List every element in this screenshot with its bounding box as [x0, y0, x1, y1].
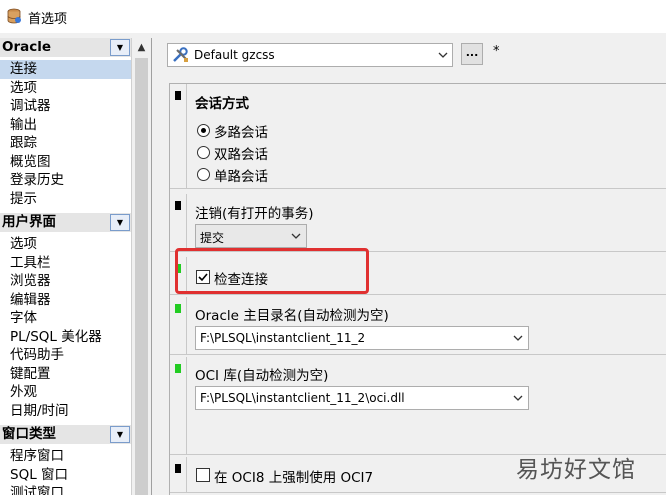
- watermark: 易坊好文馆: [496, 446, 666, 495]
- logoff-label: 注销(有打开的事务): [195, 206, 314, 222]
- divider: [186, 84, 187, 188]
- chevron-down-icon[interactable]: [512, 332, 524, 345]
- oracle-home-label: Oracle 主目录名(自动检测为空): [195, 308, 389, 324]
- group-header-label: Oracle: [2, 39, 52, 55]
- session-mode-label: 会话方式: [195, 96, 249, 112]
- black-marker-icon: [175, 201, 181, 210]
- logoff-value: 提交: [200, 231, 225, 245]
- sidebar-item-beautifier[interactable]: PL/SQL 美化器: [0, 328, 131, 347]
- profile-combo[interactable]: Default gzcss: [167, 43, 453, 67]
- chevron-down-icon[interactable]: ▼: [110, 39, 130, 56]
- tools-icon: [173, 47, 188, 62]
- oracle-home-select[interactable]: F:\PLSQL\instantclient_11_2: [195, 326, 529, 350]
- chevron-down-icon[interactable]: [290, 230, 302, 243]
- sidebar-item-key-config[interactable]: 键配置: [0, 365, 131, 384]
- oci-library-label: OCI 库(自动检测为空): [195, 368, 329, 384]
- more-button[interactable]: ...: [461, 43, 483, 65]
- oracle-home-section: Oracle 主目录名(自动检测为空) F:\PLSQL\instantclie…: [170, 297, 666, 355]
- divider: [186, 297, 187, 354]
- group-header-window-types[interactable]: 窗口类型 ▼: [0, 425, 131, 444]
- logoff-section: 注销(有打开的事务) 提交: [170, 194, 666, 252]
- category-sidebar: Oracle ▼ 连接 选项 调试器 输出 跟踪 概览图 登录历史 提示 用户界…: [0, 38, 152, 495]
- divider: [186, 457, 187, 492]
- sidebar-item-output[interactable]: 输出: [0, 116, 131, 135]
- oci-library-select[interactable]: F:\PLSQL\instantclient_11_2\oci.dll: [195, 386, 529, 410]
- sidebar-item-fonts[interactable]: 字体: [0, 309, 131, 328]
- sidebar-item-trace[interactable]: 跟踪: [0, 134, 131, 153]
- group-header-user-interface[interactable]: 用户界面 ▼: [0, 213, 131, 232]
- black-marker-icon: [175, 464, 181, 473]
- sidebar-item-debugger[interactable]: 调试器: [0, 97, 131, 116]
- sidebar-item-code-assistant[interactable]: 代码助手: [0, 346, 131, 365]
- sidebar-item-test-window[interactable]: 测试窗口: [0, 484, 131, 495]
- radio-unselected-icon[interactable]: [197, 168, 210, 181]
- radio-label: 双路会话: [214, 147, 268, 163]
- divider: [186, 357, 187, 454]
- sidebar-item-program-window[interactable]: 程序窗口: [0, 447, 131, 466]
- watermark-text: 易坊好文馆: [516, 457, 636, 483]
- sidebar-scrollbar[interactable]: ▲: [131, 38, 151, 495]
- scroll-thumb[interactable]: [135, 58, 148, 495]
- radio-multi-session[interactable]: 多路会话: [197, 121, 317, 141]
- black-marker-icon: [175, 91, 181, 100]
- radio-dual-session[interactable]: 双路会话: [197, 143, 317, 163]
- chevron-down-icon[interactable]: [512, 392, 524, 405]
- title-bar: 首选项: [0, 0, 666, 33]
- sidebar-item-login-history[interactable]: 登录历史: [0, 171, 131, 190]
- radio-label: 多路会话: [214, 125, 268, 141]
- sidebar-item-hints[interactable]: 提示: [0, 190, 131, 209]
- modified-indicator: *: [493, 44, 500, 59]
- sidebar-item-ui-options[interactable]: 选项: [0, 235, 131, 254]
- chevron-down-icon[interactable]: ▼: [110, 426, 130, 443]
- chevron-up-icon[interactable]: ▲: [134, 40, 149, 55]
- sidebar-item-options[interactable]: 选项: [0, 79, 131, 98]
- group-header-oracle[interactable]: Oracle ▼: [0, 38, 131, 57]
- oci-library-value: F:\PLSQL\instantclient_11_2\oci.dll: [200, 391, 405, 405]
- sidebar-item-appearance[interactable]: 外观: [0, 383, 131, 402]
- radio-selected-icon[interactable]: [197, 124, 210, 137]
- profile-value: Default gzcss: [194, 48, 275, 62]
- chevron-down-icon[interactable]: [437, 48, 449, 62]
- oci-library-section: OCI 库(自动检测为空) F:\PLSQL\instantclient_11_…: [170, 357, 666, 455]
- divider: [186, 194, 187, 251]
- force-oci7-label: 在 OCI8 上强制使用 OCI7: [214, 470, 374, 486]
- force-oci7-checkbox[interactable]: [196, 468, 210, 482]
- green-marker-icon: [175, 304, 181, 313]
- session-mode-section: 会话方式 多路会话 双路会话 单路会话: [170, 84, 666, 189]
- group-header-label: 用户界面: [2, 214, 56, 230]
- sidebar-item-editor[interactable]: 编辑器: [0, 291, 131, 310]
- green-marker-icon: [175, 364, 181, 373]
- database-icon: [7, 8, 21, 24]
- sidebar-item-sql-window[interactable]: SQL 窗口: [0, 466, 131, 485]
- sidebar-item-overview[interactable]: 概览图: [0, 153, 131, 172]
- logoff-select[interactable]: 提交: [195, 224, 307, 248]
- sidebar-item-connection[interactable]: 连接: [0, 60, 131, 79]
- sidebar-item-toolbar[interactable]: 工具栏: [0, 254, 131, 273]
- sidebar-item-date-time[interactable]: 日期/时间: [0, 402, 131, 421]
- radio-single-session[interactable]: 单路会话: [197, 165, 317, 185]
- radio-label: 单路会话: [214, 169, 268, 185]
- highlight-box: [175, 248, 369, 294]
- oracle-home-value: F:\PLSQL\instantclient_11_2: [200, 331, 366, 345]
- radio-unselected-icon[interactable]: [197, 146, 210, 159]
- chevron-down-icon[interactable]: ▼: [110, 214, 130, 231]
- group-header-label: 窗口类型: [2, 426, 56, 442]
- sidebar-item-browser[interactable]: 浏览器: [0, 272, 131, 291]
- window-title: 首选项: [28, 12, 68, 27]
